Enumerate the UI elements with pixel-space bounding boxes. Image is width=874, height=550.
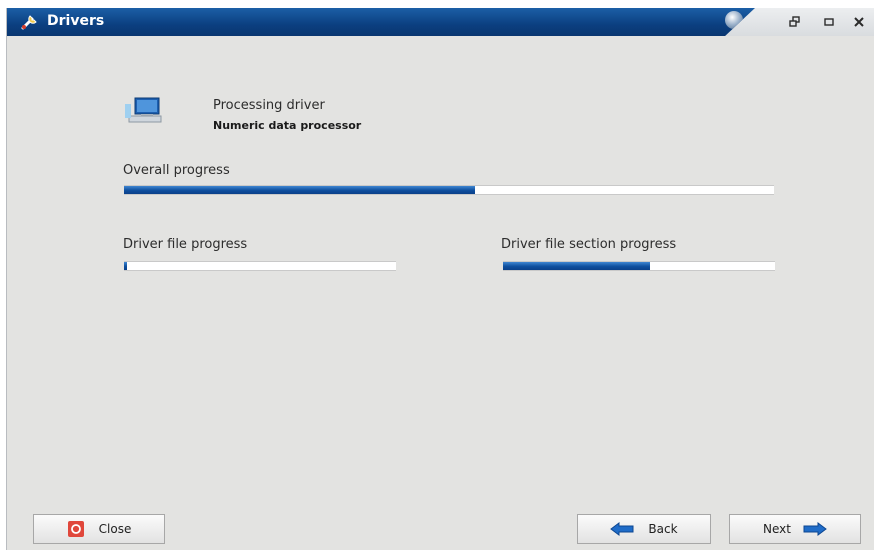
next-button-label: Next: [763, 522, 791, 536]
processing-heading: Processing driver: [213, 98, 325, 113]
overall-progress-fill: [124, 186, 475, 194]
driver-file-section-progress-bar: [503, 261, 775, 271]
title-bar[interactable]: Drivers: [7, 8, 874, 36]
arrow-right-icon: [803, 522, 827, 536]
overall-progress-bar: [124, 185, 774, 195]
close-circle-icon: [67, 521, 84, 537]
wrench-icon: [21, 15, 37, 30]
driver-file-section-progress-fill: [503, 262, 650, 270]
driver-file-progress-label: Driver file progress: [123, 237, 248, 252]
close-button-label: Close: [98, 522, 132, 536]
drivers-window: Drivers Processing driver Numeric data p…: [6, 8, 874, 550]
title-orb-icon: [725, 11, 743, 29]
back-button-label: Back: [648, 522, 678, 536]
overall-progress-label: Overall progress: [123, 163, 230, 178]
driver-file-progress-fill: [124, 262, 127, 270]
close-icon[interactable]: [851, 14, 867, 30]
restore-icon[interactable]: [787, 14, 803, 30]
title-bar-band: Drivers: [7, 8, 755, 36]
driver-name: Numeric data processor: [213, 119, 362, 132]
back-button[interactable]: Back: [577, 514, 711, 544]
arrow-left-icon: [610, 522, 634, 536]
wizard-content: Processing driver Numeric data processor…: [7, 36, 874, 550]
minimize-icon[interactable]: [821, 14, 837, 30]
window-title: Drivers: [47, 13, 105, 29]
next-button[interactable]: Next: [729, 514, 861, 544]
driver-file-section-progress-label: Driver file section progress: [501, 237, 677, 252]
driver-monitor-icon: [125, 97, 162, 123]
close-button[interactable]: Close: [33, 514, 165, 544]
driver-file-progress-bar: [124, 261, 396, 271]
